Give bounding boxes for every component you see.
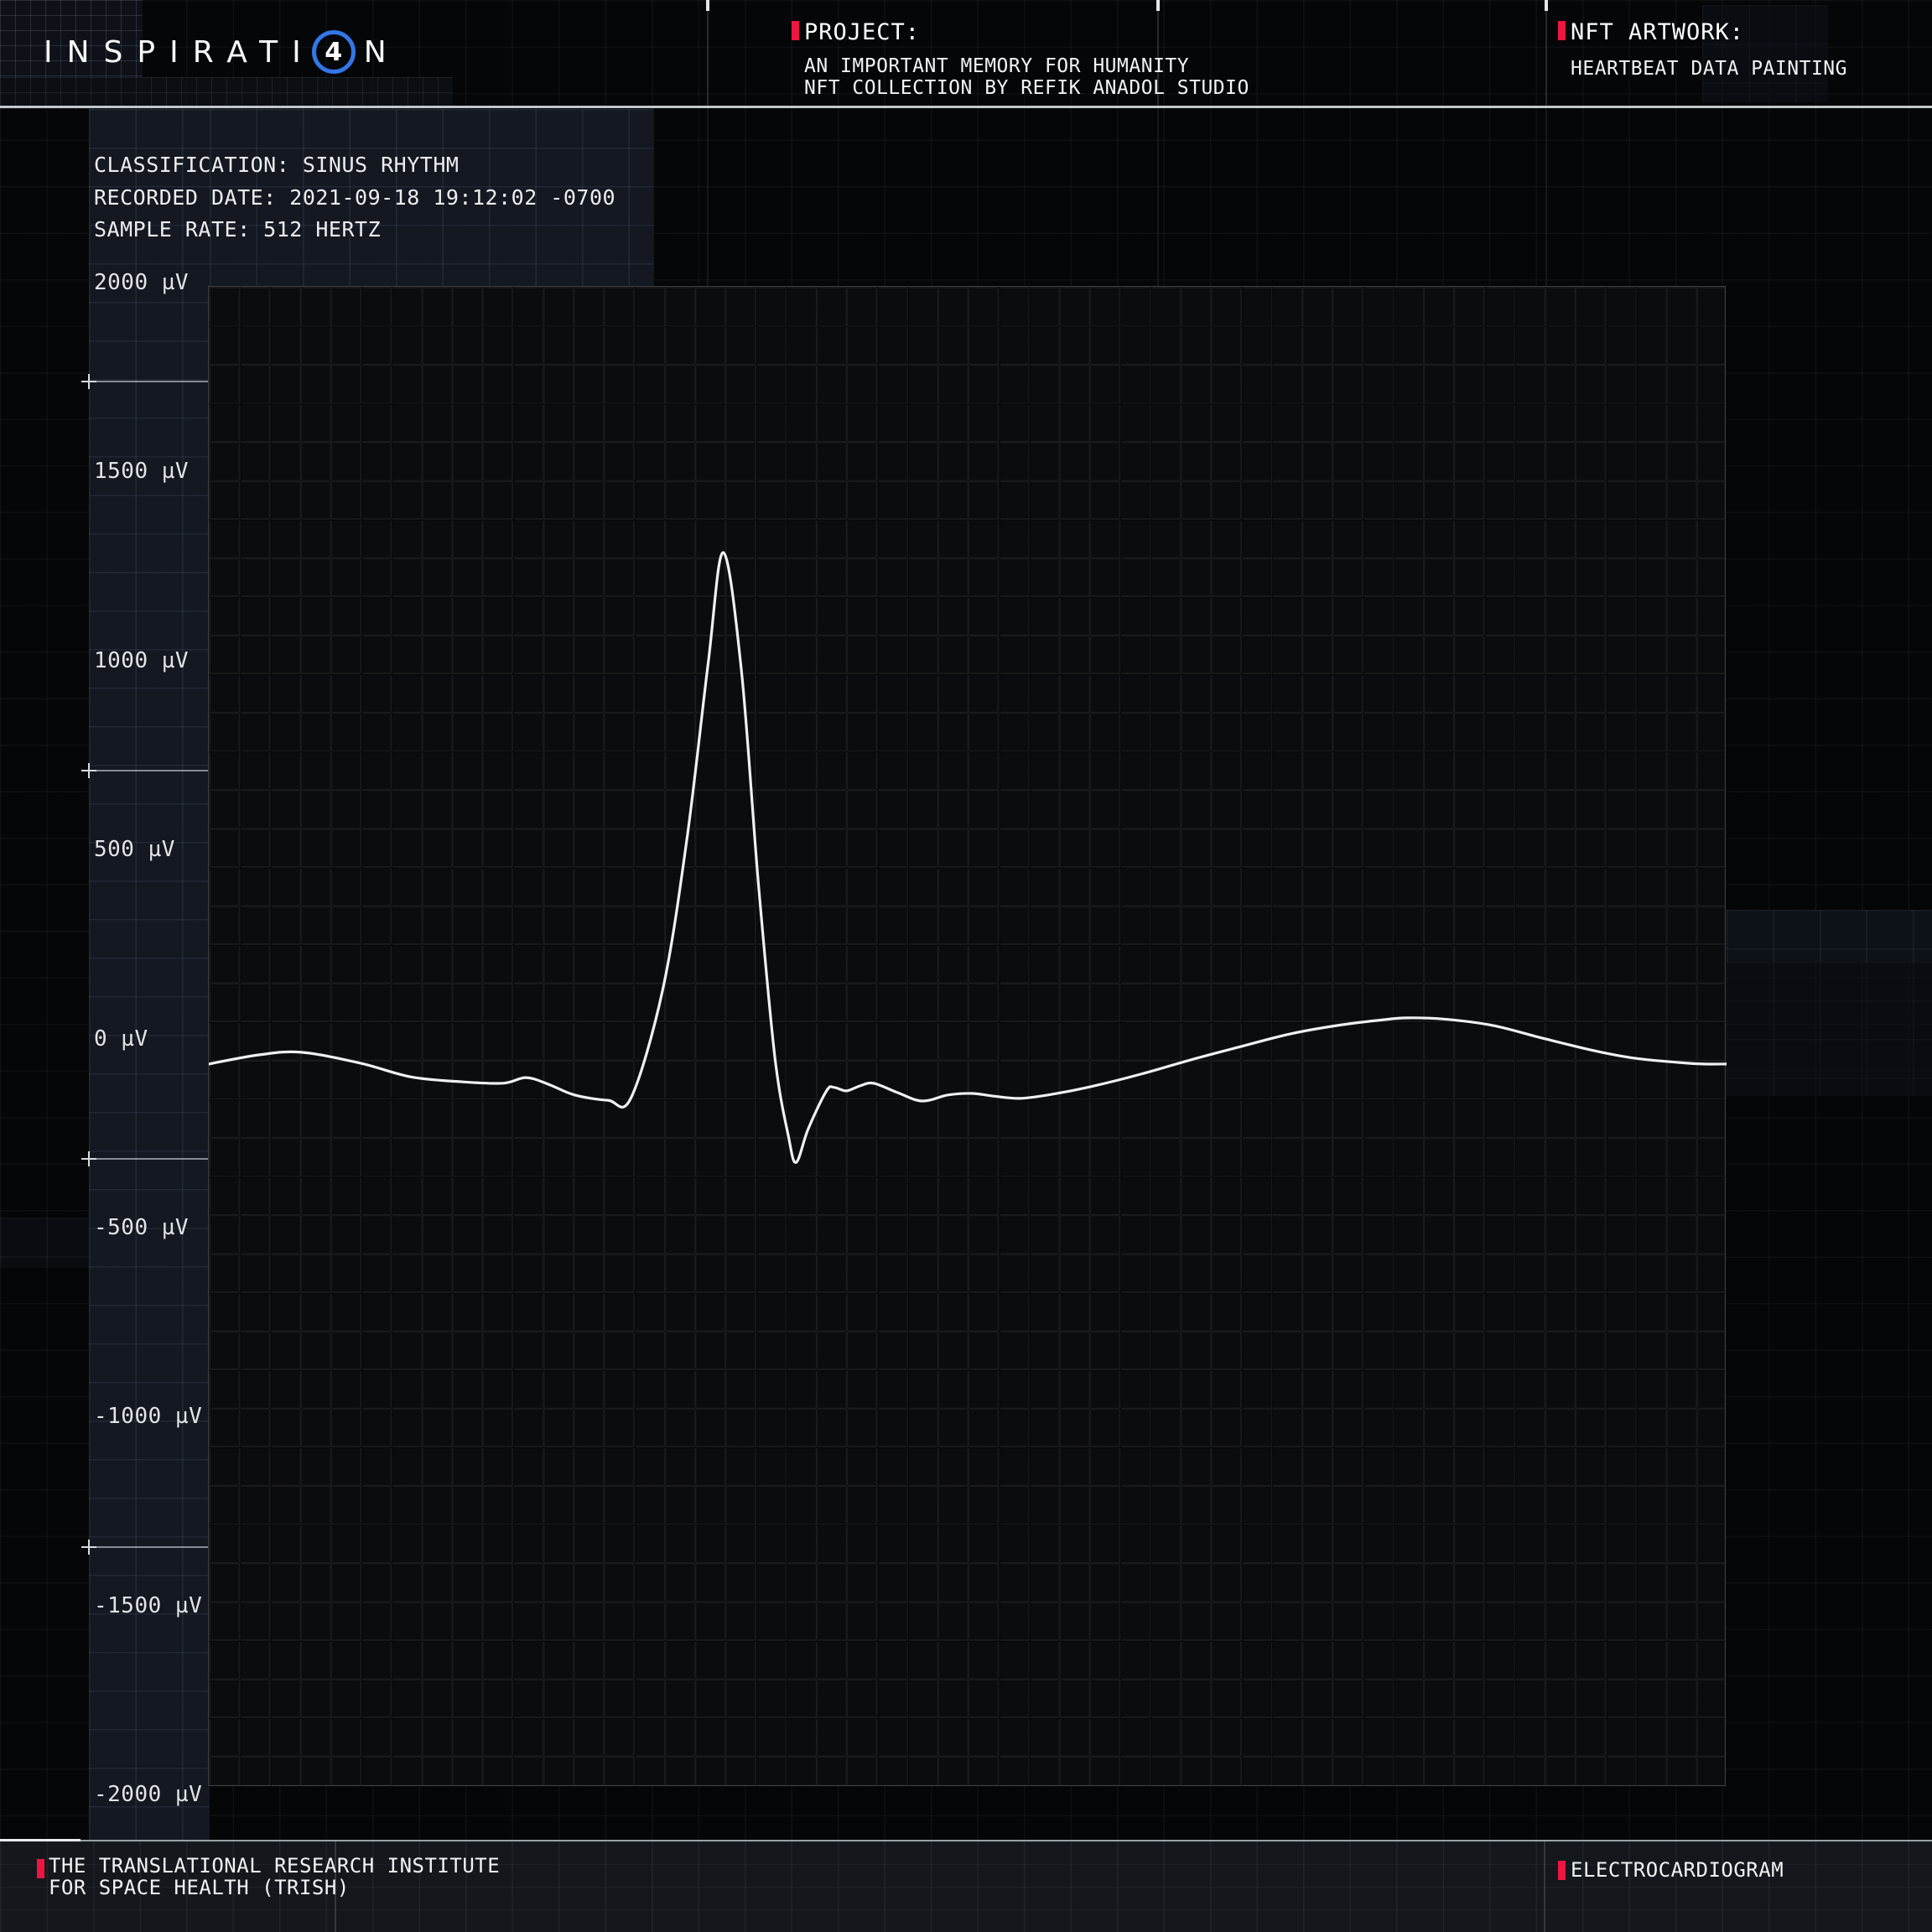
- red-marker-icon: [1558, 21, 1566, 40]
- ecg-trace: [209, 553, 1727, 1162]
- axis-tick-line: [90, 770, 208, 771]
- project-line-2: NFT COLLECTION BY REFIK ANADOL STUDIO: [804, 77, 1249, 99]
- y-axis-label: 500 µV: [94, 837, 175, 862]
- project-label: PROJECT:: [804, 19, 920, 45]
- red-marker-icon: [1558, 1861, 1566, 1880]
- y-axis-label: -500 µV: [94, 1215, 189, 1240]
- axis-panel: [89, 109, 210, 1841]
- axis-tick-cross: [88, 1151, 90, 1166]
- logo-digit: 4: [325, 38, 342, 67]
- recording-metadata: CLASSIFICATION: SINUS RHYTHM RECORDED DA…: [94, 149, 615, 247]
- header-divider: [1545, 0, 1547, 107]
- nft-artwork-title: HEARTBEAT DATA PAINTING: [1571, 58, 1847, 80]
- edge-tick: [706, 0, 709, 11]
- ecg-waveform-svg: [209, 287, 1727, 1787]
- header-bar: INSPIRATI 4 N PROJECT: AN IMPORTANT MEMO…: [0, 0, 1932, 107]
- record-type-label: ELECTROCARDIOGRAM: [1571, 1859, 1784, 1881]
- edge-tick: [1156, 0, 1160, 11]
- header-divider: [707, 0, 709, 107]
- project-line-1: AN IMPORTANT MEMORY FOR HUMANITY: [804, 55, 1249, 77]
- footer-divider: [1544, 1841, 1545, 1932]
- logo-text-post: N: [364, 35, 401, 70]
- logo-text-pre: INSPIRATI: [44, 35, 315, 70]
- inspiration4-logo: INSPIRATI 4 N: [44, 25, 401, 79]
- red-marker-icon: [792, 21, 799, 40]
- decor-patch-left: [0, 1218, 89, 1268]
- decor-patch-right-upper: [1727, 910, 1932, 962]
- y-axis-label: 1500 µV: [94, 459, 189, 484]
- footer-top-border: [0, 1840, 1932, 1841]
- decor-patch-right-lower: [1727, 962, 1932, 1096]
- classification-text: CLASSIFICATION: SINUS RHYTHM: [94, 149, 615, 182]
- header-bottom-border: [0, 106, 1932, 108]
- y-axis-label: -1000 µV: [94, 1404, 202, 1429]
- institute-name: THE TRANSLATIONAL RESEARCH INSTITUTE FOR…: [49, 1855, 500, 1898]
- axis-tick-cross: [88, 1540, 90, 1555]
- y-axis-label: 2000 µV: [94, 270, 189, 295]
- project-description: AN IMPORTANT MEMORY FOR HUMANITY NFT COL…: [804, 55, 1249, 99]
- ecg-plot-area: [208, 286, 1726, 1786]
- y-axis-label: -1500 µV: [94, 1593, 202, 1618]
- nft-artwork-label: NFT ARTWORK:: [1571, 19, 1744, 45]
- footer-top-border-highlight: [0, 1839, 80, 1841]
- edge-tick: [1545, 0, 1548, 11]
- axis-tick-line: [90, 1546, 208, 1548]
- y-axis-label: 1000 µV: [94, 648, 189, 673]
- axis-tick-line: [90, 381, 208, 382]
- axis-tick-line: [90, 1158, 208, 1160]
- institute-line-2: FOR SPACE HEALTH (TRISH): [49, 1877, 500, 1898]
- sample-rate-text: SAMPLE RATE: 512 HERTZ: [94, 214, 615, 247]
- logo-circle-4-icon: 4: [312, 30, 356, 74]
- institute-line-1: THE TRANSLATIONAL RESEARCH INSTITUTE: [49, 1855, 500, 1877]
- y-axis-label: 0 µV: [94, 1026, 148, 1052]
- axis-tick-cross: [88, 374, 90, 389]
- red-marker-icon: [37, 1859, 44, 1878]
- recorded-date-text: RECORDED DATE: 2021-09-18 19:12:02 -0700: [94, 182, 615, 215]
- axis-tick-cross: [88, 763, 90, 778]
- y-axis-label: -2000 µV: [94, 1782, 202, 1807]
